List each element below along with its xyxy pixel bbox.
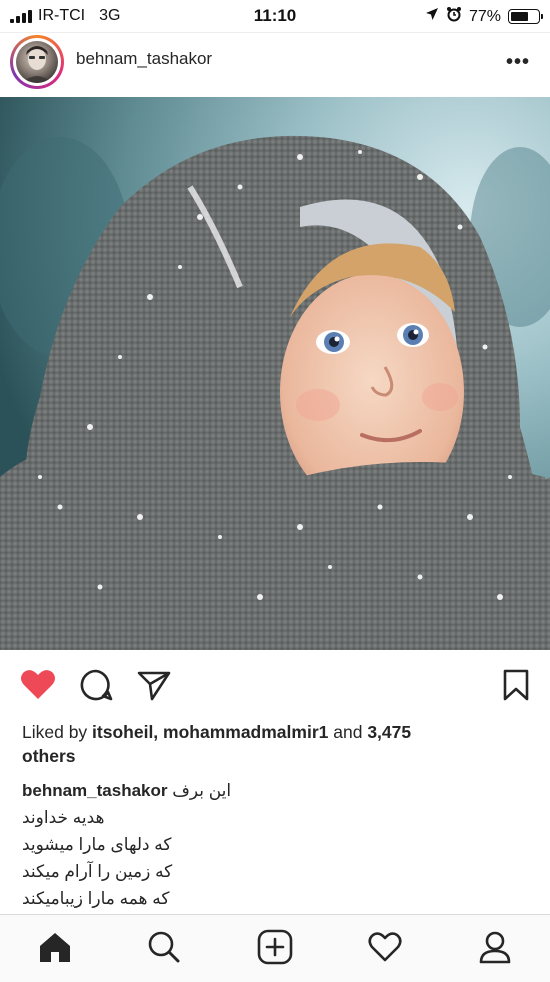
caption-line-1: هدیه خداوند xyxy=(22,808,105,827)
status-bar: IR-TCI 3G 11:10 77% xyxy=(0,0,550,32)
profile-icon[interactable] xyxy=(473,927,517,967)
caption-line-0: behnam_tashakor این برف xyxy=(22,777,532,804)
caption-line-2: که دلهای مارا میشوید xyxy=(22,835,172,854)
share-send-icon[interactable] xyxy=(134,666,174,704)
add-post-icon[interactable] xyxy=(253,927,297,967)
likes-summary[interactable]: Liked by itsoheil, mohammadmalmir1 and 3… xyxy=(22,720,532,768)
post-caption: behnam_tashakor این برف هدیه خداوند که د… xyxy=(22,777,532,912)
status-right: 77% xyxy=(425,6,543,27)
comment-icon[interactable] xyxy=(76,666,116,704)
battery-percent: 77% xyxy=(468,7,501,25)
status-left: IR-TCI 3G xyxy=(10,7,120,25)
post-header: behnam_tashakor ••• xyxy=(0,32,550,99)
avatar-image xyxy=(16,41,58,83)
post-actions xyxy=(0,650,550,720)
likes-users[interactable]: itsoheil, mohammadmalmir1 xyxy=(92,722,328,742)
network-type: 3G xyxy=(99,7,121,24)
post-photo[interactable] xyxy=(0,97,550,650)
caption-text: این برف xyxy=(172,781,232,800)
caption-line-3: که زمین را آرام میکند xyxy=(22,862,173,881)
alarm-clock-icon xyxy=(446,6,462,27)
likes-others[interactable]: others xyxy=(22,746,75,766)
likes-count[interactable]: 3,475 xyxy=(367,722,411,742)
carrier-name: IR-TCI xyxy=(38,7,86,24)
bookmark-icon[interactable] xyxy=(496,666,536,704)
post-author-username[interactable]: behnam_tashakor xyxy=(76,49,212,69)
home-icon[interactable] xyxy=(33,927,77,967)
avatar-story-ring[interactable] xyxy=(10,35,64,89)
search-icon[interactable] xyxy=(142,927,186,967)
like-heart-icon[interactable] xyxy=(18,666,58,704)
avatar xyxy=(13,38,61,86)
caption-line-4: که همه مارا زیبامیکند xyxy=(22,889,170,908)
activity-icon[interactable] xyxy=(363,927,407,967)
signal-strength-icon xyxy=(10,9,32,23)
likes-conjunction: and xyxy=(328,722,368,742)
caption-username[interactable]: behnam_tashakor xyxy=(22,781,168,800)
likes-prefix: Liked by xyxy=(22,722,93,742)
bottom-tab-bar xyxy=(0,914,550,982)
more-options-button[interactable]: ••• xyxy=(506,51,530,74)
battery-icon xyxy=(508,9,543,24)
location-arrow-icon xyxy=(425,7,439,26)
